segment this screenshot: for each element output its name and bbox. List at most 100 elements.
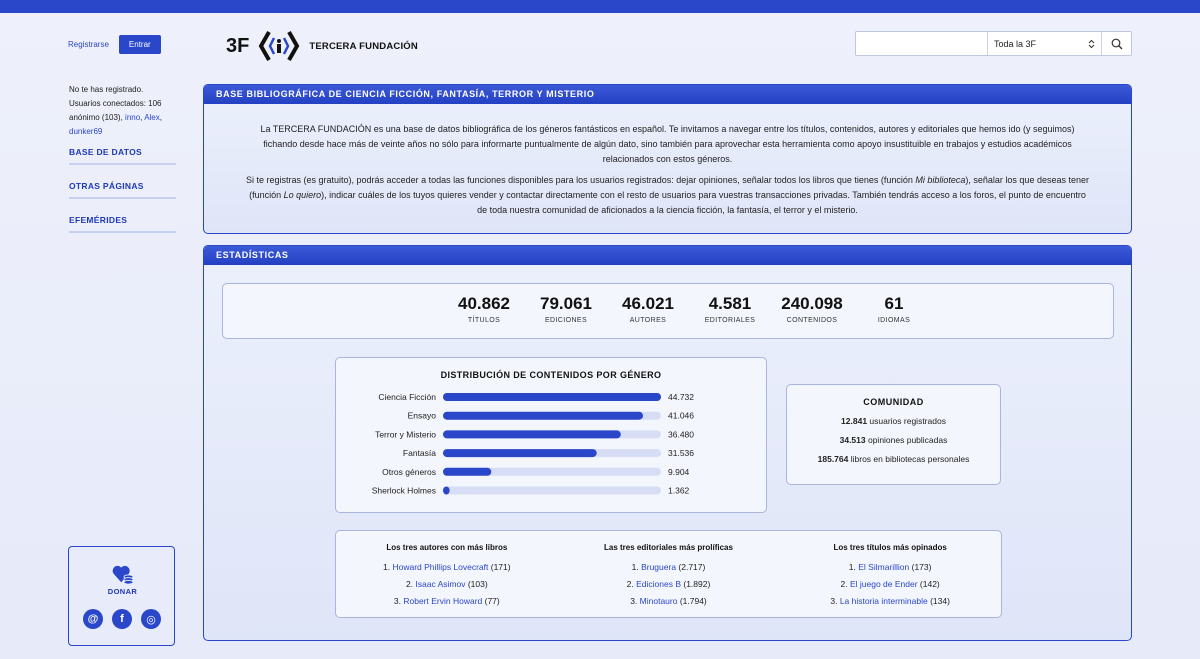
stat-value: 40.862: [458, 294, 510, 313]
stat-item: 61 IDIOMAS: [853, 294, 935, 324]
select-arrows-icon: [1088, 39, 1095, 48]
rank-number: 2.: [405, 579, 416, 589]
intro-emphasis: Mi biblioteca: [915, 175, 966, 185]
top-three-link[interactable]: Minotauro: [640, 596, 678, 606]
community-stat-value: 12.841: [841, 416, 868, 426]
not-registered-text: No te has registrado.: [69, 85, 144, 94]
email-icon[interactable]: @: [83, 609, 103, 629]
bar: [443, 411, 644, 420]
connected-users-text: Usuarios conectados: 106: [69, 99, 162, 108]
stat-item: 79.061 EDICIONES: [525, 294, 607, 324]
top-three-item: 3. La historia interminable (134): [790, 593, 990, 610]
donate-box[interactable]: DONAR @ f ◎: [68, 546, 175, 646]
anon-count: anónimo (103),: [69, 113, 123, 122]
top-three-item: 2. Ediciones B (1.892): [568, 576, 768, 593]
chart-title: DISTRIBUCIÓN DE CONTENIDOS POR GÉNERO: [440, 370, 662, 380]
value-label: 31.536: [668, 448, 694, 458]
auth-row: Registrarse Entrar: [68, 35, 161, 54]
bar: [443, 393, 661, 401]
logo-text: TERCERA FUNDACIÓN: [309, 40, 418, 52]
community-stat-value: 34.513: [839, 435, 866, 445]
top-three-count: (1.892): [681, 579, 711, 589]
top-three-count: (103): [465, 579, 488, 589]
stat-label: IDIOMAS: [877, 317, 911, 324]
bar-track: [443, 486, 661, 495]
intro-paragraph: Si te registras (es gratuito), podrás ac…: [244, 173, 1091, 218]
top-three-count: (77): [482, 596, 500, 606]
instagram-icon[interactable]: ◎: [141, 609, 161, 629]
search-input[interactable]: [856, 32, 988, 55]
top-three-count: (173): [909, 562, 932, 572]
user-link[interactable]: inno: [125, 113, 140, 122]
intro-emphasis: Lo quiero: [283, 190, 322, 200]
register-link[interactable]: Registrarse: [68, 40, 109, 49]
stat-label: EDITORIALES: [704, 317, 756, 324]
bar: [443, 430, 621, 439]
nav-other-pages[interactable]: OTRAS PÁGINAS: [69, 181, 176, 199]
stat-value: 61: [884, 294, 904, 313]
stat-item: 40.862 TÍTULOS: [443, 294, 525, 324]
top-three-link[interactable]: Ediciones B: [636, 579, 681, 589]
value-label: 44.732: [668, 392, 694, 402]
community-stat-label: opiniones publicadas: [865, 435, 948, 445]
heart-coins-icon: [112, 565, 134, 585]
search-button[interactable]: [1102, 32, 1131, 55]
search-bar: Toda la 3F: [855, 31, 1132, 56]
stats-summary: 40.862 TÍTULOS 79.061 EDICIONES 46.021 AUTORE…: [222, 283, 1114, 339]
logo-mark: 3F: [226, 34, 250, 57]
intro-text: La TERCERA FUNDACIÓN es una base de dato…: [204, 104, 1131, 218]
facebook-icon[interactable]: f: [112, 609, 132, 629]
category-label: Fantasía: [403, 448, 436, 458]
top-bar: [0, 0, 1200, 13]
top-three-link[interactable]: El Silmarillion: [858, 562, 909, 572]
top-three-count: (1.794): [677, 596, 707, 606]
bar: [443, 486, 450, 495]
rank-number: 3.: [630, 596, 640, 606]
rank-number: 2.: [626, 579, 637, 589]
rank-number: 3.: [830, 596, 840, 606]
stat-label: AUTORES: [629, 317, 667, 324]
stats-row: 40.862 TÍTULOS 79.061 EDICIONES 46.021 AUTORE…: [443, 294, 935, 324]
stat-value: 4.581: [708, 294, 752, 313]
community-stat: 185.764 libros en bibliotecas personales: [787, 454, 1000, 464]
top-three-item: 2. Isaac Asimov (103): [347, 576, 547, 593]
nav-ephemerides[interactable]: EFEMÉRIDES: [69, 215, 176, 233]
bar: [443, 467, 492, 476]
top-three-link[interactable]: Bruguera: [641, 562, 676, 572]
user-link[interactable]: Alex: [144, 113, 160, 122]
value-label: 41.046: [668, 411, 694, 421]
search-scope-value: Toda la 3F: [994, 38, 1037, 49]
top-three-list: Las tres editoriales más prolíficas 1. Br…: [568, 543, 768, 617]
community-title: COMUNIDAD: [863, 397, 924, 407]
top-three-link[interactable]: Robert Ervin Howard: [403, 596, 482, 606]
stat-item: 46.021 AUTORES: [607, 294, 689, 324]
nav-database[interactable]: BASE DE DATOS: [69, 147, 176, 165]
intro-panel: BASE BIBLIOGRÁFICA DE CIENCIA FICCIÓN, F…: [203, 84, 1132, 234]
bar: [443, 449, 597, 458]
value-label: 1.362: [668, 486, 690, 496]
category-label: Otros géneros: [382, 467, 436, 477]
stat-item: 4.581 EDITORIALES: [689, 294, 771, 324]
top-three-item: 3. Minotauro (1.794): [568, 593, 768, 610]
stat-value: 46.021: [622, 294, 674, 313]
rank-number: 3.: [393, 596, 404, 606]
site-logo[interactable]: 3F TERCERA FUNDACIÓN: [226, 28, 418, 64]
genre-bar-chart: Ciencia Ficción 44.732 Ensayo 41.046 Terror …: [372, 392, 695, 496]
top-three-link[interactable]: El juego de Ender: [850, 579, 918, 589]
search-scope-select[interactable]: Toda la 3F: [988, 32, 1102, 55]
rank-number: 2.: [840, 579, 850, 589]
search-icon: [1111, 38, 1122, 49]
connected-users-list: anónimo (103), inno, Alex, dunker69: [69, 113, 162, 136]
top-three-count: (142): [917, 579, 940, 589]
intro-text-segment: Si te registras (es gratuito), podrás ac…: [246, 175, 916, 185]
genre-chart-box: DISTRIBUCIÓN DE CONTENIDOS POR GÉNERO Ci…: [335, 357, 767, 513]
user-link[interactable]: dunker69: [69, 127, 102, 136]
top-three-link[interactable]: La historia interminable: [840, 596, 928, 606]
top-three-list: Los tres títulos más opinados 1. El Silma…: [790, 543, 990, 617]
top-three-link[interactable]: Howard Phillips Lovecraft: [392, 562, 488, 572]
top-three-link[interactable]: Isaac Asimov: [415, 579, 465, 589]
value-label: 36.480: [668, 429, 694, 439]
login-button[interactable]: Entrar: [118, 35, 161, 54]
community-stat: 34.513 opiniones publicadas: [787, 435, 1000, 445]
top-three-box: Los tres autores con más libros 1. Howard…: [335, 530, 1002, 618]
